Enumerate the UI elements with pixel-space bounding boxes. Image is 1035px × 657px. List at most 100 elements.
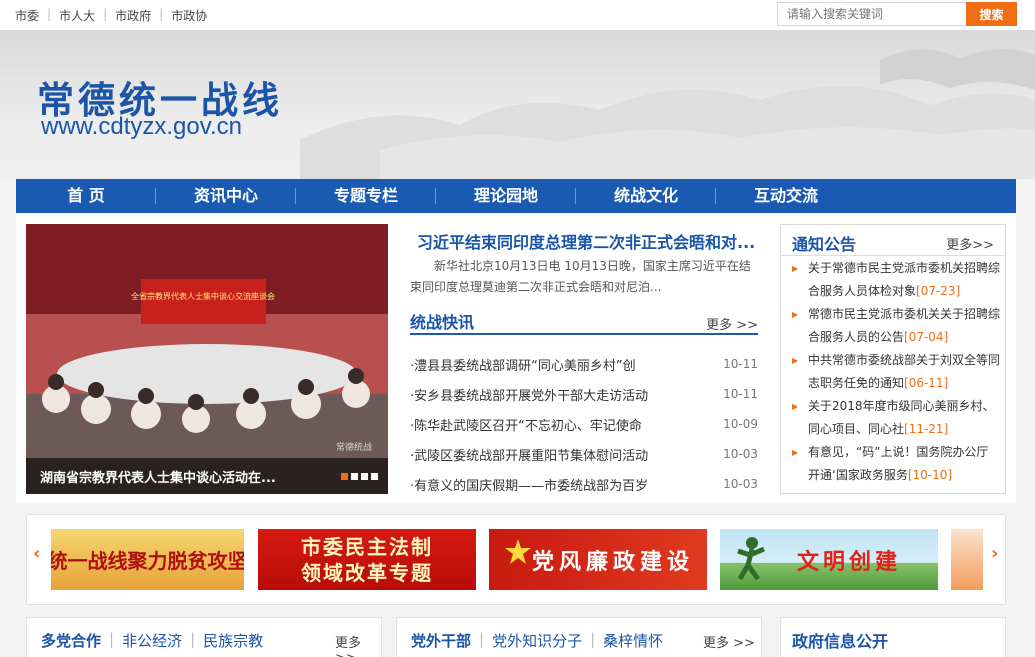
carousel-prev-arrow-icon[interactable]: ‹ [33, 543, 43, 573]
tab-non-public-economy[interactable]: 非公经济 [122, 630, 182, 651]
headline-summary: 新华社北京10月13日电 10月13日晚，国家主席习近平在结束同印度总理莫迪第二… [410, 259, 751, 294]
news-item[interactable]: ·陈华赴武陵区召开“不忘初心、牢记使命 10-09 [410, 409, 758, 439]
notice-item-date: [07-23] [916, 284, 961, 298]
notice-item-date: [11-21] [904, 422, 949, 436]
notice-item[interactable]: 关于2018年度市级同心美丽乡村、同心项目、同心社[11-21] [792, 395, 1000, 441]
special-banner-text: 市委民主法制 [301, 534, 433, 559]
news-section-header: 统战快讯 更多 >> [410, 305, 758, 335]
special-banner-integrity[interactable]: 党风廉政建设 [489, 529, 707, 590]
nav-interaction[interactable]: 互动交流 [716, 179, 856, 213]
slide-dot-2[interactable] [351, 473, 358, 480]
slide-caption-text[interactable]: 湖南省宗教界代表人士集中谈心活动在... [40, 467, 276, 486]
news-item-date: 10-09 [723, 417, 758, 431]
nav-theory[interactable]: 理论园地 [436, 179, 576, 213]
divider: | [159, 7, 164, 21]
news-item-date: 10-03 [723, 447, 758, 461]
news-item-title: ·安乡县委统战部开展党外干部大走访活动 [410, 388, 649, 404]
divider: | [190, 630, 196, 648]
special-banner-civilization[interactable]: 文明创建 [720, 529, 938, 590]
tab-non-party-intellectuals[interactable]: 党外知识分子 [492, 630, 582, 651]
photo-watermark: 常德统战 [336, 441, 372, 453]
photo-slideshow[interactable]: 全省宗教界代表人士集中谈心交流座谈会 常德统战 湖南省宗教界代表人士集中谈心活动… [26, 224, 388, 494]
gov-info-panel: 政府信息公开 [780, 617, 1006, 657]
main-nav: 首 页 资讯中心 专题专栏 理论园地 统战文化 互动交流 [16, 179, 1016, 213]
news-item-date: 10-11 [723, 387, 758, 401]
notice-more-link[interactable]: 更多>> [946, 234, 994, 253]
top-link-npc[interactable]: 市人大 [59, 7, 95, 24]
news-item[interactable]: ·武陵区委统战部开展重阳节集体慰问活动 10-03 [410, 439, 758, 469]
top-links: 市委 | 市人大 | 市政府 | 市政协 [15, 7, 207, 24]
notice-item-date: [07-04] [904, 330, 949, 344]
news-item[interactable]: ·澧县县委统战部调研“同心美丽乡村”创 10-11 [410, 349, 758, 379]
slide-dots [341, 473, 378, 480]
section-more-link[interactable]: 更多 >> [335, 632, 381, 657]
main-content: 全省宗教界代表人士集中谈心交流座谈会 常德统战 湖南省宗教界代表人士集中谈心活动… [16, 213, 1016, 503]
news-list: ·澧县县委统战部调研“同心美丽乡村”创 10-11 ·安乡县委统战部开展党外干部大… [410, 349, 758, 499]
gov-info-title[interactable]: 政府信息公开 [792, 628, 888, 652]
special-banner-legal-reform[interactable]: 市委民主法制 领域改革专题 [258, 529, 476, 590]
slide-dot-3[interactable] [361, 473, 368, 480]
search-input[interactable] [777, 2, 966, 26]
notice-item[interactable]: 常德市民主党派市委机关关于招聘综合服务人员的公告[07-04] [792, 303, 1000, 349]
tab-multi-party[interactable]: 多党合作 [41, 630, 101, 651]
section-tabs: 党外干部 | 党外知识分子 | 桑梓情怀 [411, 630, 663, 651]
notice-item-title: 关于2018年度市级同心美丽乡村、同心项目、同心社 [808, 399, 995, 436]
slide-dot-1[interactable] [341, 473, 348, 480]
running-figure-icon [737, 537, 765, 581]
section-more-link[interactable]: 更多 >> [703, 632, 755, 651]
special-banner-text: 文明创建 [796, 549, 901, 575]
divider: | [103, 7, 108, 21]
nav-culture[interactable]: 统战文化 [576, 179, 716, 213]
nav-news-center[interactable]: 资讯中心 [156, 179, 296, 213]
headline-title[interactable]: 习近平结束同印度总理第二次非正式会晤和对... [417, 229, 767, 253]
top-link-party-committee[interactable]: 市委 [15, 7, 39, 24]
slide-caption: 湖南省宗教界代表人士集中谈心活动在... [26, 458, 388, 494]
top-bar: 市委 | 市人大 | 市政府 | 市政协 搜索 [0, 0, 1035, 30]
divider: | [47, 7, 52, 21]
news-item[interactable]: ·安乡县委统战部开展党外干部大走访活动 10-11 [410, 379, 758, 409]
news-item-title: ·澧县县委统战部调研“同心美丽乡村”创 [410, 358, 636, 374]
tab-hometown[interactable]: 桑梓情怀 [603, 630, 663, 651]
notice-item[interactable]: 中共常德市委统战部关于刘双全等同志职务任免的通知[06-11] [792, 349, 1000, 395]
bottom-sections: 多党合作 | 非公经济 | 民族宗教 更多 >> 党外干部 | 党外知识分子 |… [26, 617, 1006, 657]
tab-non-party-cadres[interactable]: 党外干部 [411, 630, 471, 651]
special-topics-carousel: ‹ 统一战线聚力脱贫攻坚 市委民主法制 领域改革专题 党风廉政建设 文明创建 › [26, 514, 1006, 605]
news-item-date: 10-03 [723, 477, 758, 491]
search-box: 搜索 [777, 2, 1017, 26]
notice-item-date: [10-10] [907, 468, 953, 482]
notice-item[interactable]: 关于常德市民主党派市委机关招聘综合服务人员体检对象[07-23] [792, 257, 1000, 303]
divider: | [479, 630, 485, 648]
carousel-next-arrow-icon[interactable]: › [991, 543, 1001, 573]
section-non-party-cadres: 党外干部 | 党外知识分子 | 桑梓情怀 更多 >> [396, 617, 762, 657]
notice-item[interactable]: 有意见，“码”上说！国务院办公厅开通‘国家政务服务[10-10] [792, 441, 1000, 487]
meeting-photo: 全省宗教界代表人士集中谈心交流座谈会 常德统战 [26, 224, 388, 494]
tab-ethnic-religion[interactable]: 民族宗教 [203, 630, 263, 651]
slide-dot-4[interactable] [371, 473, 378, 480]
photo-banner-text: 全省宗教界代表人士集中谈心交流座谈会 [131, 291, 275, 301]
divider: | [109, 630, 115, 648]
top-link-cppcc[interactable]: 市政协 [171, 7, 207, 24]
news-item[interactable]: ·有意义的国庆假期——市委统战部为百岁 10-03 [410, 469, 758, 499]
search-button[interactable]: 搜索 [966, 2, 1017, 26]
top-link-government[interactable]: 市政府 [115, 7, 151, 24]
news-item-title: ·陈华赴武陵区召开“不忘初心、牢记使命 [410, 418, 642, 434]
news-item-title: ·有意义的国庆假期——市委统战部为百岁 [410, 478, 649, 494]
nav-home[interactable]: 首 页 [16, 179, 156, 213]
section-multi-party: 多党合作 | 非公经济 | 民族宗教 更多 >> [26, 617, 382, 657]
news-section-title: 统战快讯 [410, 313, 475, 332]
special-banner-text: 统一战线聚力脱贫攻坚 [51, 549, 244, 573]
notice-title: 通知公告 [792, 235, 857, 254]
notice-panel: 通知公告 更多>> 关于常德市民主党派市委机关招聘综合服务人员体检对象[07-2… [780, 224, 1006, 494]
notice-item-date: [06-11] [904, 376, 949, 390]
news-item-title: ·武陵区委统战部开展重阳节集体慰问活动 [410, 448, 649, 464]
notice-item-title: 关于常德市民主党派市委机关招聘综合服务人员体检对象 [808, 261, 1001, 298]
divider: | [590, 630, 596, 648]
news-more-link[interactable]: 更多 >> [706, 314, 758, 333]
notice-list: 关于常德市民主党派市委机关招聘综合服务人员体检对象[07-23] 常德市民主党派… [792, 257, 1000, 487]
special-banner-poverty[interactable]: 统一战线聚力脱贫攻坚 [51, 529, 244, 590]
special-banner-partial[interactable] [951, 529, 983, 590]
header-banner: 常德统一战线 www.cdtyzx.gov.cn [0, 30, 1035, 179]
special-banner-text: 领域改革专题 [301, 560, 433, 585]
nav-special-topics[interactable]: 专题专栏 [296, 179, 436, 213]
section-tabs: 多党合作 | 非公经济 | 民族宗教 [41, 630, 263, 651]
